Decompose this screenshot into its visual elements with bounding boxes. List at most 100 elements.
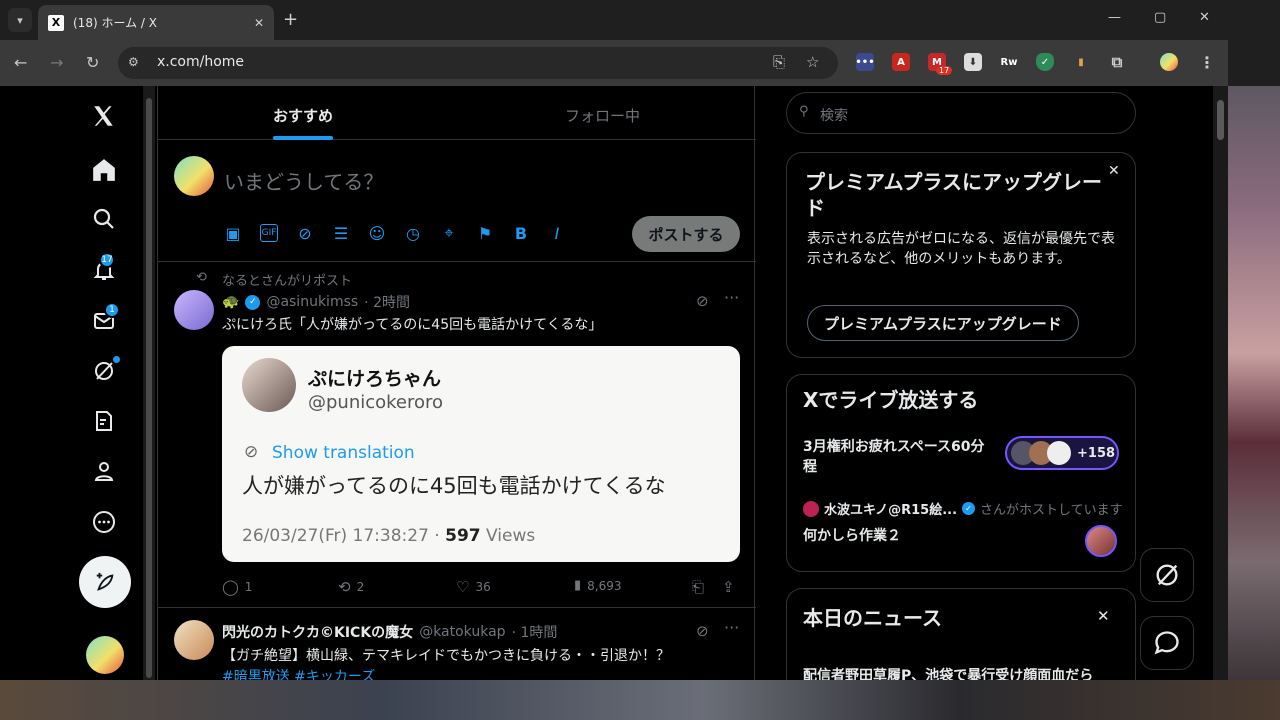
repost-icon: ⟲ xyxy=(196,270,207,285)
omnibox[interactable]: ⚙ x.com/home ⎘ ☆ xyxy=(118,47,838,79)
search-icon: ⚲ xyxy=(799,104,809,119)
location-icon[interactable]: ⌖ xyxy=(440,223,458,242)
site-info-icon[interactable]: ⚙ xyxy=(128,55,139,69)
share-icon[interactable]: ⇪ xyxy=(722,578,735,596)
download-extension-icon[interactable]: ⬇ xyxy=(964,53,982,71)
tweet-time[interactable]: · 2時間 xyxy=(364,292,410,312)
search-box[interactable]: ⚲ 検索 xyxy=(786,92,1136,134)
news-item[interactable]: 配信者野田草履P、池袋で暴行受け顔面血だら xyxy=(803,665,1093,680)
space-title[interactable]: 3月権利お疲れスペース60分程 xyxy=(803,437,993,477)
like-button[interactable]: ♡ 36 xyxy=(456,578,491,596)
repost-button[interactable]: ⟲ 2 xyxy=(338,578,364,596)
host-name[interactable]: 水波ユキノ@R15絵... xyxy=(824,499,957,518)
more-icon[interactable] xyxy=(86,504,122,540)
author-name[interactable]: 🐢 xyxy=(222,294,239,310)
grok-icon[interactable] xyxy=(86,353,122,389)
views-button[interactable]: ▮ 8,693 xyxy=(574,578,622,593)
grok-icon xyxy=(1156,564,1178,586)
lists-icon[interactable] xyxy=(86,403,122,439)
forward-button[interactable]: → xyxy=(50,53,63,72)
bookmark-icon[interactable]: ⎗ xyxy=(692,578,704,596)
grok-explain-icon[interactable]: ⊘ xyxy=(696,292,709,310)
tweet-item[interactable]: 閃光のカトクカ©KICKの魔女 @katokukap · 1時間 ⊘ ··· 【… xyxy=(158,608,756,680)
desktop-background xyxy=(1228,0,1280,86)
pdf-extension-icon[interactable]: A xyxy=(892,53,910,71)
embed-views-label: Views xyxy=(480,526,536,546)
browser-menu-icon[interactable]: ⋮ xyxy=(1198,53,1216,72)
tab-close-icon[interactable]: ✕ xyxy=(254,16,264,30)
grok-compose-icon[interactable]: ⊘ xyxy=(296,224,314,243)
tab-following[interactable]: フォロー中 xyxy=(565,105,640,126)
extension-dots-icon[interactable]: ••• xyxy=(855,53,875,71)
reply-button[interactable]: ◯ 1 xyxy=(222,578,252,596)
browser-tab-x-home[interactable]: X (18) ホーム / X ✕ xyxy=(38,5,274,40)
messages-float-button[interactable] xyxy=(1140,616,1194,670)
author-handle[interactable]: @asinukimss xyxy=(266,294,358,310)
compose-post-button[interactable] xyxy=(79,556,131,608)
tweet-hashtags[interactable]: #暗黒放送 #キッカーズ xyxy=(222,666,375,680)
flag-icon[interactable]: ⚑ xyxy=(476,224,494,243)
tweet-more-icon[interactable]: ··· xyxy=(724,618,739,637)
repost-attribution[interactable]: なるとさんがリポスト xyxy=(222,270,352,289)
tab-search-dropdown[interactable]: ▾ xyxy=(8,8,32,32)
explore-search-icon[interactable] xyxy=(86,201,122,237)
news-close-icon[interactable]: ✕ xyxy=(1097,607,1110,625)
premium-close-icon[interactable]: ✕ xyxy=(1108,163,1120,179)
space-listeners-pill[interactable]: +158 xyxy=(1005,436,1119,470)
grok-float-button[interactable] xyxy=(1140,548,1194,602)
composer-avatar[interactable] xyxy=(174,156,214,196)
extensions-puzzle-icon[interactable]: ⧉ xyxy=(1108,53,1126,71)
italic-icon[interactable]: I xyxy=(548,224,566,243)
repost-action-icon: ⟲ xyxy=(338,578,351,596)
post-button[interactable]: ポストする xyxy=(632,216,740,252)
tweet-more-icon[interactable]: ··· xyxy=(724,288,739,307)
new-tab-button[interactable]: + xyxy=(283,9,298,30)
shield-extension-icon[interactable]: ✓ xyxy=(1036,53,1054,71)
embed-name: ぷにけろちゃん xyxy=(308,368,442,390)
back-button[interactable]: ← xyxy=(14,53,27,72)
author-handle[interactable]: @katokukap xyxy=(419,624,505,640)
bookmark-star-icon[interactable]: ☆ xyxy=(806,53,819,71)
left-scrollbar[interactable] xyxy=(143,86,155,680)
window-close-button[interactable]: ✕ xyxy=(1199,10,1210,25)
author-name[interactable]: 閃光のカトクカ©KICKの魔女 xyxy=(222,622,413,642)
bold-icon[interactable]: B xyxy=(512,224,530,243)
grok-explain-icon[interactable]: ⊘ xyxy=(696,622,709,640)
tweet-image[interactable]: ぷにけろちゃん @punicokeroro ⊘ Show translation… xyxy=(222,346,740,562)
tweet-text: ぷにけろ氏「人が嫌がってるのに45回も電話かけてくるな」 xyxy=(222,317,603,333)
maximize-button[interactable]: ▢ xyxy=(1154,10,1166,25)
composer-input[interactable]: いまどうしてる？ xyxy=(224,166,383,195)
reload-button[interactable]: ↻ xyxy=(86,53,99,72)
space-host-avatar[interactable] xyxy=(1085,525,1117,557)
views-chart-icon: ▮ xyxy=(574,578,582,593)
minimize-button[interactable]: — xyxy=(1108,10,1121,25)
tweet-header: 閃光のカトクカ©KICKの魔女 @katokukap · 1時間 xyxy=(222,622,557,642)
install-app-icon[interactable]: ⎘ xyxy=(773,53,785,71)
gif-icon[interactable]: GIF xyxy=(260,224,278,242)
tweet-author-avatar[interactable] xyxy=(174,620,214,660)
url-text[interactable]: x.com/home xyxy=(157,54,244,70)
bottle-extension-icon[interactable]: ▮ xyxy=(1072,53,1090,71)
space-title[interactable]: 何かしら作業２ xyxy=(803,525,901,545)
desktop-background xyxy=(0,680,1280,720)
poll-icon[interactable]: ☰ xyxy=(332,224,350,243)
premium-upgrade-button[interactable]: プレミアムプラスにアップグレード xyxy=(807,305,1079,341)
schedule-icon[interactable]: ◷ xyxy=(404,224,422,243)
timeline-tabs: おすすめ フォロー中 xyxy=(158,86,756,140)
home-icon[interactable] xyxy=(86,152,122,188)
browser-tab-strip: ▾ X (18) ホーム / X ✕ + — ▢ ✕ xyxy=(0,0,1228,40)
right-scrollbar[interactable] xyxy=(1213,86,1228,680)
emoji-icon[interactable]: ☺ xyxy=(368,224,386,243)
tweet-time[interactable]: · 1時間 xyxy=(512,622,558,642)
media-icon[interactable]: ▣ xyxy=(224,224,242,243)
tweet-author-avatar[interactable] xyxy=(174,290,214,330)
verified-badge-icon: ✓ xyxy=(245,294,261,310)
profile-avatar[interactable] xyxy=(1160,53,1178,71)
x-logo-icon[interactable] xyxy=(86,98,122,134)
rw-extension-icon[interactable]: Rw xyxy=(1000,53,1018,71)
profile-icon[interactable] xyxy=(86,453,122,489)
account-avatar[interactable] xyxy=(86,636,124,674)
tab-recommended[interactable]: おすすめ xyxy=(273,105,333,126)
tweet-item[interactable]: ⟲ なるとさんがリポスト 🐢 ✓ @asinukimss · 2時間 ⊘ ···… xyxy=(158,262,756,608)
notifications-badge: 17 xyxy=(99,252,115,268)
